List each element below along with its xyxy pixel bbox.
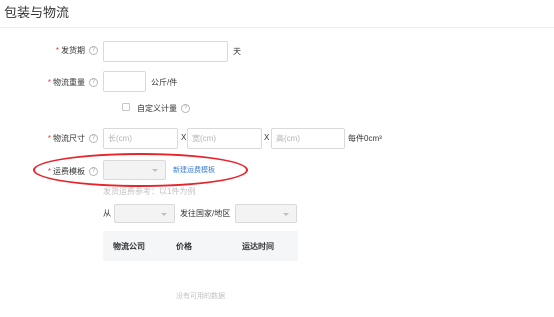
volume-text: 每件0cm³: [348, 134, 382, 143]
to-label: 发往国家/地区: [180, 209, 231, 218]
help-icon[interactable]: ?: [89, 46, 98, 56]
dimension-separator: X: [181, 133, 187, 142]
empty-table-text: 没有可用的数据: [176, 293, 225, 300]
dimensions-label: * 物流尺寸?: [40, 133, 98, 144]
width-input[interactable]: 宽(cm): [187, 128, 262, 149]
shipping-hint: 发货运费参考：以1件为例: [103, 187, 196, 196]
section-divider: [0, 27, 554, 28]
shipping-days-unit: 天: [233, 47, 241, 56]
required-mark: *: [47, 78, 51, 87]
table-header-price: 价格: [176, 241, 192, 251]
help-icon[interactable]: ?: [89, 78, 98, 88]
height-input[interactable]: 高(cm): [271, 128, 345, 149]
section-title: 包装与物流: [4, 5, 70, 20]
weight-label: * 物流重量?: [40, 77, 98, 88]
to-select[interactable]: [235, 204, 297, 223]
dimension-separator: X: [264, 133, 270, 142]
help-icon[interactable]: ?: [89, 134, 98, 144]
required-mark: *: [47, 134, 51, 143]
shipping-table-header: 物流公司 价格 运达时间: [103, 231, 298, 261]
table-header-time: 运达时间: [242, 241, 274, 251]
shipping-days-label: * 发货期?: [40, 45, 98, 56]
required-mark: *: [55, 46, 59, 55]
custom-weight-checkbox[interactable]: [122, 103, 130, 111]
chevron-down-icon: [283, 212, 289, 216]
from-label: 从: [103, 209, 111, 218]
table-header-company: 物流公司: [113, 241, 145, 251]
chevron-down-icon: [161, 212, 167, 216]
length-input[interactable]: 长(cm): [103, 128, 178, 149]
from-select[interactable]: [114, 204, 175, 223]
custom-weight-label: 自定义计量?: [137, 103, 190, 114]
weight-input[interactable]: [103, 71, 146, 92]
weight-unit: 公斤/件: [151, 78, 178, 87]
help-icon[interactable]: ?: [181, 104, 190, 114]
shipping-days-input[interactable]: [103, 41, 228, 62]
annotation-oval: [33, 153, 248, 187]
